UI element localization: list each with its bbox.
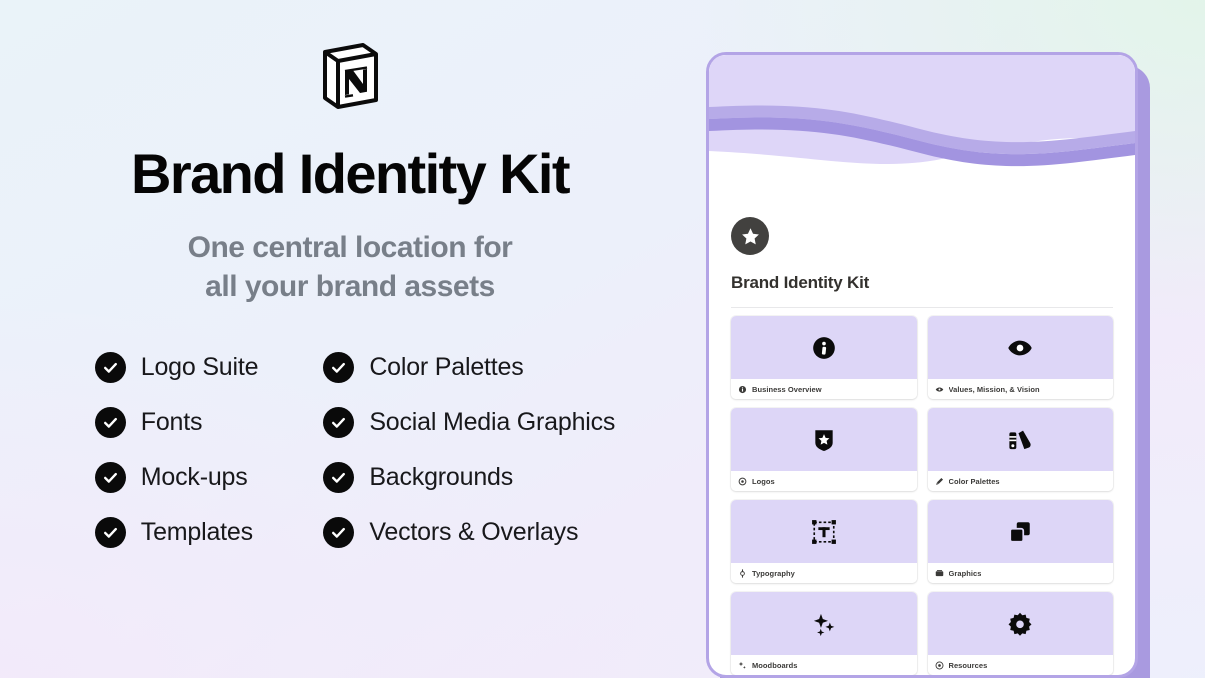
card-label-row: Typography: [731, 563, 917, 583]
left-content-panel: Brand Identity Kit One central location …: [0, 0, 700, 678]
graphics-small-icon: [935, 569, 944, 578]
card-thumbnail: [731, 500, 917, 563]
resources-small-icon: [935, 661, 944, 670]
gallery-grid: Business Overview Values, Mission, & Vis…: [731, 316, 1113, 675]
gallery-card-color-palettes[interactable]: Color Palettes: [927, 408, 1113, 491]
stacked-squares-icon: [1007, 519, 1033, 545]
card-label: Color Palettes: [948, 476, 1000, 486]
feature-column-right: Color Palettes Social Media Graphics Bac…: [323, 352, 615, 548]
feature-label: Logo Suite: [140, 353, 259, 381]
gallery-card-typography[interactable]: Typography: [731, 500, 917, 583]
moodboard-small-icon: [738, 661, 747, 670]
color-palette-icon: [1007, 427, 1033, 453]
feature-label: Social Media Graphics: [369, 408, 616, 436]
card-label-row: Resources: [927, 655, 1113, 675]
card-label-row: Values, Mission, & Vision: [927, 379, 1113, 399]
page-content: Brand Identity Kit Business Overview Val…: [709, 205, 1135, 675]
gallery-card-values-mission-vision[interactable]: Values, Mission, & Vision: [927, 316, 1113, 399]
check-circle-icon: [94, 517, 126, 548]
card-thumbnail: [927, 592, 1113, 655]
feature-item: Fonts: [94, 407, 259, 438]
feature-item: Color Palettes: [323, 352, 615, 383]
feature-list: Logo Suite Fonts Mock-ups Templates Colo…: [85, 352, 615, 548]
gallery-card-business-overview[interactable]: Business Overview: [731, 316, 917, 399]
card-thumbnail: [731, 408, 917, 471]
card-thumbnail: [731, 316, 917, 379]
info-circle-icon: [811, 335, 837, 361]
feature-label: Mock-ups: [140, 463, 248, 491]
card-label-row: Business Overview: [731, 379, 917, 399]
check-circle-icon: [323, 462, 355, 493]
card-label: Business Overview: [752, 384, 822, 394]
feature-label: Color Palettes: [369, 353, 524, 381]
page-cover-banner: [709, 55, 1135, 205]
star-circle-icon: [731, 217, 769, 255]
eye-icon: [1007, 335, 1033, 361]
feature-label: Vectors & Overlays: [369, 518, 579, 546]
page-heading: Brand Identity Kit: [731, 273, 870, 292]
card-label-row: Moodboards: [731, 655, 917, 675]
page-subtitle: One central location for all your brand …: [188, 228, 513, 306]
check-circle-icon: [323, 517, 355, 548]
check-circle-icon: [94, 352, 126, 383]
card-label: Values, Mission, & Vision: [948, 384, 1040, 394]
feature-item: Vectors & Overlays: [323, 517, 615, 548]
feature-label: Fonts: [140, 408, 203, 436]
card-label: Logos: [752, 476, 775, 486]
feature-item: Templates: [94, 517, 259, 548]
card-thumbnail: [731, 592, 917, 655]
card-label: Graphics: [948, 568, 982, 578]
page-subtitle-line-2: all your brand assets: [205, 270, 495, 303]
feature-label: Templates: [140, 518, 253, 546]
promo-graphic-canvas: Brand Identity Kit One central location …: [0, 0, 1205, 678]
page-title: Brand Identity Kit: [131, 142, 570, 205]
card-label-row: Graphics: [927, 563, 1113, 583]
gallery-card-graphics[interactable]: Graphics: [927, 500, 1113, 583]
device-mockup: Brand Identity Kit Business Overview Val…: [706, 52, 1150, 678]
page-subtitle-line-1: One central location for: [187, 231, 513, 264]
text-frame-icon: [811, 519, 837, 545]
shield-star-icon: [811, 427, 837, 453]
gallery-card-moodboards[interactable]: Moodboards: [731, 592, 917, 675]
feature-column-left: Logo Suite Fonts Mock-ups Templates: [94, 352, 259, 548]
card-label-row: Color Palettes: [927, 471, 1113, 491]
card-label: Moodboards: [752, 660, 798, 670]
divider: [731, 307, 1113, 308]
feature-item: Logo Suite: [94, 352, 259, 383]
feature-label: Backgrounds: [369, 463, 514, 491]
card-thumbnail: [927, 316, 1113, 379]
sparkles-icon: [811, 611, 837, 637]
card-thumbnail: [927, 500, 1113, 563]
feature-item: Backgrounds: [323, 462, 615, 493]
check-circle-icon: [323, 407, 355, 438]
gallery-card-logos[interactable]: Logos: [731, 408, 917, 491]
gear-small-icon: [738, 477, 747, 486]
card-label: Resources: [948, 660, 988, 670]
feature-item: Mock-ups: [94, 462, 259, 493]
gear-icon: [1007, 611, 1033, 637]
feature-item: Social Media Graphics: [323, 407, 615, 438]
check-circle-icon: [323, 352, 355, 383]
card-thumbnail: [927, 408, 1113, 471]
brush-small-icon: [935, 477, 944, 486]
notion-cube-icon: [319, 40, 381, 110]
device-frame: Brand Identity Kit Business Overview Val…: [706, 52, 1138, 678]
gallery-card-resources[interactable]: Resources: [927, 592, 1113, 675]
check-circle-icon: [94, 462, 126, 493]
info-small-icon: [738, 385, 747, 394]
card-label-row: Logos: [731, 471, 917, 491]
eye-small-icon: [935, 385, 944, 394]
check-circle-icon: [94, 407, 126, 438]
card-label: Typography: [752, 568, 795, 578]
typography-small-icon: [738, 568, 747, 578]
